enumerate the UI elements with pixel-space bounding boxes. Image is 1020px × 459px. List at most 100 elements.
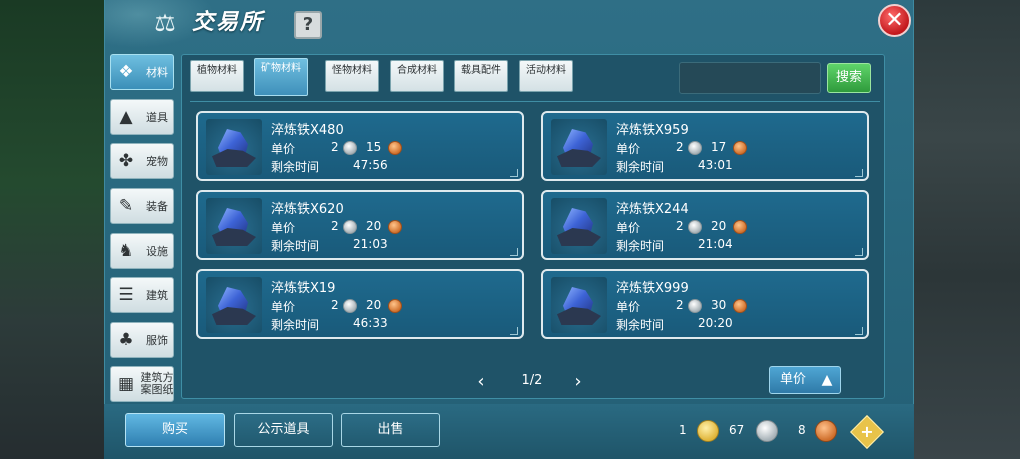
silver-coin-icon [756, 420, 778, 442]
iron-ore-icon [551, 198, 607, 254]
iron-ore-icon [206, 277, 262, 333]
tab-mineral-materials[interactable]: 矿物材料 [254, 58, 308, 96]
corner-mark [510, 169, 518, 177]
time-left-value: 21:03 [353, 237, 388, 251]
tab-plant-materials[interactable]: 植物材料 [190, 60, 244, 92]
sidebar-item-label: 材料 [146, 66, 168, 79]
game-screen: ⚖ 交易所 ? ✕ ❖ 材料 ▲ 道具 ✤ 宠物 ✎ 装备 ♞ 设施 ☰ 建筑 [0, 0, 1020, 459]
copper-amount: 30 [711, 298, 727, 312]
copper-coin-icon [388, 299, 402, 313]
search-button[interactable]: 搜索 [827, 63, 871, 93]
listing-card[interactable]: 淬炼铁X19 单价 2 20 剩余时间 46:33 [196, 269, 524, 339]
window-title: 交易所 [192, 10, 265, 35]
sell-button[interactable]: 出售 [341, 413, 440, 447]
gold-coin-icon [697, 420, 719, 442]
sort-label: 单价 [780, 372, 807, 387]
silver-amount: 2 [331, 298, 339, 312]
page-indicator: 1/2 [521, 373, 543, 388]
time-left-value: 46:33 [353, 316, 388, 330]
time-left-label: 剩余时间 [271, 318, 320, 332]
copper-amount: 15 [366, 140, 382, 154]
corner-mark [855, 248, 863, 256]
copper-amount: 17 [711, 140, 727, 154]
silver-amount: 2 [676, 219, 684, 233]
copper-amount: 20 [366, 298, 382, 312]
silver-coin-icon [343, 141, 357, 155]
listing-name: 淬炼铁X19 [271, 281, 336, 296]
copper-coin-icon [733, 220, 747, 234]
time-left-label: 剩余时间 [616, 318, 665, 332]
category-sidebar: ❖ 材料 ▲ 道具 ✤ 宠物 ✎ 装备 ♞ 设施 ☰ 建筑 ♣ 服饰 ▦ 建筑方 [110, 54, 176, 402]
iron-ore-icon [551, 119, 607, 175]
sidebar-item-label: 宠物 [146, 155, 168, 168]
paw-icon: ✤ [118, 151, 134, 171]
listing-card[interactable]: 淬炼铁X999 单价 2 30 剩余时间 20:20 [541, 269, 869, 339]
price-label: 单价 [616, 142, 641, 156]
prev-page-button[interactable]: ‹ [473, 372, 489, 392]
silver-coin-icon [688, 299, 702, 313]
time-left-label: 剩余时间 [616, 160, 665, 174]
sort-by-price-button[interactable]: 单价 ▲ [769, 366, 841, 394]
corner-mark [855, 169, 863, 177]
listing-card[interactable]: 淬炼铁X244 单价 2 20 剩余时间 21:04 [541, 190, 869, 260]
sidebar-item-pets[interactable]: ✤ 宠物 [110, 143, 174, 179]
silver-coin-icon [688, 141, 702, 155]
copper-coin-icon [815, 420, 837, 442]
close-button[interactable]: ✕ [878, 4, 911, 37]
price-label: 单价 [271, 142, 296, 156]
tab-event-materials[interactable]: 活动材料 [519, 60, 573, 92]
sidebar-item-materials[interactable]: ❖ 材料 [110, 54, 174, 90]
sidebar-item-label: 建筑 [146, 289, 168, 302]
listing-card[interactable]: 淬炼铁X959 单价 2 17 剩余时间 43:01 [541, 111, 869, 181]
plus-icon: + [860, 422, 874, 441]
public-items-button[interactable]: 公示道具 [234, 413, 333, 447]
silver-balance: 67 [729, 423, 745, 437]
sidebar-item-building[interactable]: ☰ 建筑 [110, 277, 174, 313]
sidebar-item-items[interactable]: ▲ 道具 [110, 99, 174, 135]
time-left-label: 剩余时间 [271, 160, 320, 174]
help-button[interactable]: ? [294, 11, 322, 39]
price-label: 单价 [271, 221, 296, 235]
sidebar-item-blueprint[interactable]: ▦ 建筑方案图纸 [110, 366, 174, 402]
title-bar: ⚖ 交易所 ? [104, 0, 914, 50]
copper-coin-icon [733, 299, 747, 313]
tab-vehicle-parts[interactable]: 载具配件 [454, 60, 508, 92]
armor-icon: ✎ [118, 196, 134, 216]
listing-name: 淬炼铁X244 [616, 202, 689, 217]
time-left-value: 47:56 [353, 158, 388, 172]
sidebar-item-clothing[interactable]: ♣ 服饰 [110, 322, 174, 358]
sort-ascending-icon: ▲ [821, 372, 833, 388]
blueprint-icon: ▦ [117, 374, 135, 394]
corner-mark [510, 248, 518, 256]
tab-monster-materials[interactable]: 怪物材料 [325, 60, 379, 92]
iron-ore-icon [206, 119, 262, 175]
listing-card[interactable]: 淬炼铁X620 单价 2 20 剩余时间 21:03 [196, 190, 524, 260]
buy-button[interactable]: 购买 [125, 413, 225, 447]
tab-crafted-materials[interactable]: 合成材料 [390, 60, 444, 92]
listing-name: 淬炼铁X480 [271, 123, 344, 138]
time-left-value: 21:04 [698, 237, 733, 251]
search-input[interactable] [679, 62, 821, 94]
sidebar-item-equipment[interactable]: ✎ 装备 [110, 188, 174, 224]
sidebar-item-facility[interactable]: ♞ 设施 [110, 233, 174, 269]
iron-ore-icon [206, 198, 262, 254]
sidebar-item-label: 设施 [146, 245, 168, 258]
price-label: 单价 [616, 221, 641, 235]
time-left-value: 20:20 [698, 316, 733, 330]
sidebar-item-label: 服饰 [146, 334, 168, 347]
silver-coin-icon [688, 220, 702, 234]
copper-coin-icon [388, 141, 402, 155]
scales-icon: ⚖ [154, 9, 176, 37]
time-left-label: 剩余时间 [616, 239, 665, 253]
background-left [0, 0, 104, 459]
clothing-icon: ♣ [118, 330, 134, 350]
corner-mark [855, 327, 863, 335]
price-label: 单价 [616, 300, 641, 314]
listing-card[interactable]: 淬炼铁X480 单价 2 15 剩余时间 47:56 [196, 111, 524, 181]
listing-name: 淬炼铁X620 [271, 202, 344, 217]
silver-amount: 2 [331, 219, 339, 233]
bottom-bar [104, 404, 914, 459]
next-page-button[interactable]: › [570, 372, 586, 392]
copper-amount: 20 [366, 219, 382, 233]
silver-coin-icon [343, 299, 357, 313]
